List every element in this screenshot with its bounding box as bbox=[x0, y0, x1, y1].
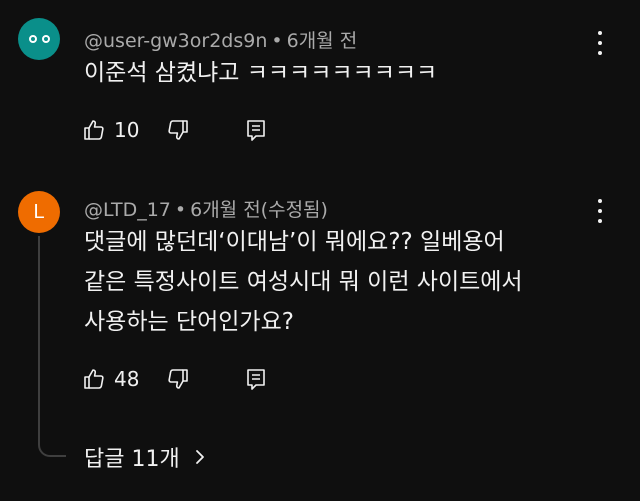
comment-time[interactable]: 6개월 전 bbox=[287, 30, 358, 52]
comments-section: @user-gw3or2ds9n • 6개월 전 이준석 삼켰냐고 ㅋㅋㅋㅋㅋㅋㅋㅋ… bbox=[0, 0, 640, 501]
reply-icon[interactable] bbox=[242, 365, 270, 393]
meta-separator: • bbox=[174, 199, 187, 221]
comment-line: 사용하는 단어인가요? bbox=[84, 309, 294, 335]
comment-time[interactable]: 6개월 전(수정됨) bbox=[190, 199, 328, 221]
comment-text: 댓글에 많던데‘이대남’이 뭐에요?? 일베용어 같은 특정사이트 여성시대 뭐… bbox=[84, 222, 523, 342]
thumbs-up-icon[interactable] bbox=[80, 116, 108, 144]
comment-meta: @LTD_17 • 6개월 전(수정됨) bbox=[84, 195, 328, 222]
chevron-right-icon bbox=[194, 448, 206, 466]
comment-author[interactable]: @LTD_17 bbox=[84, 199, 171, 221]
thumbs-down-icon[interactable] bbox=[164, 116, 192, 144]
like-count: 48 bbox=[114, 367, 140, 391]
comment-text: 이준석 삼켰냐고 ㅋㅋㅋㅋㅋㅋㅋㅋㅋ bbox=[84, 53, 437, 93]
avatar[interactable]: L bbox=[18, 191, 60, 233]
comment-line: 이준석 삼켰냐고 ㅋㅋㅋㅋㅋㅋㅋㅋㅋ bbox=[84, 60, 438, 86]
more-vertical-icon[interactable] bbox=[595, 199, 605, 223]
thumbs-down-icon[interactable] bbox=[164, 365, 192, 393]
view-replies-button[interactable]: 답글 11개 bbox=[84, 441, 206, 473]
face-eyes-icon bbox=[28, 35, 50, 43]
comment-line: 댓글에 많던데‘이대남’이 뭐에요?? 일베용어 bbox=[84, 229, 505, 255]
comment-line: 같은 특정사이트 여성시대 뭐 이런 사이트에서 bbox=[84, 269, 523, 295]
like-count: 10 bbox=[114, 118, 140, 142]
comment-actions: 48 bbox=[80, 365, 270, 393]
avatar-letter: L bbox=[33, 200, 45, 223]
replies-label: 답글 11개 bbox=[84, 447, 180, 472]
reply-icon[interactable] bbox=[242, 116, 270, 144]
comment-author[interactable]: @user-gw3or2ds9n bbox=[84, 30, 267, 52]
thumbs-up-icon[interactable] bbox=[80, 365, 108, 393]
more-vertical-icon[interactable] bbox=[595, 31, 605, 55]
meta-separator: • bbox=[271, 30, 283, 52]
comment-actions: 10 bbox=[80, 116, 270, 144]
avatar[interactable] bbox=[18, 18, 60, 60]
thread-connector bbox=[38, 236, 66, 457]
comment-meta: @user-gw3or2ds9n • 6개월 전 bbox=[84, 26, 357, 53]
